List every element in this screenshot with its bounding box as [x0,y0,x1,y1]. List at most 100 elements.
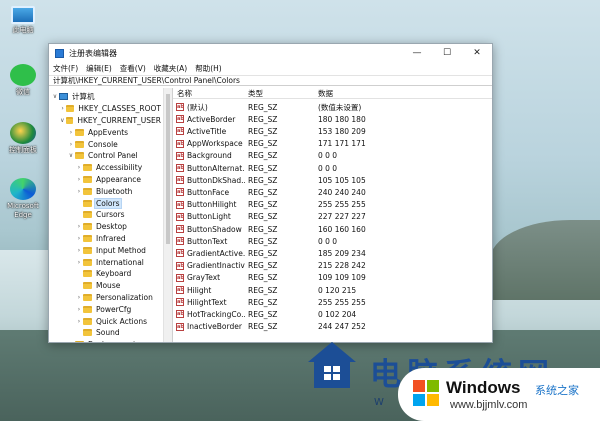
value-name: GradientInactiv... [187,261,245,271]
chevron-down-icon[interactable]: ∨ [59,117,66,124]
tree-item-label: PowerCfg [96,304,132,314]
tree-item[interactable]: Environment [49,339,162,342]
column-header-data[interactable]: 数据 [318,88,333,99]
menu-view[interactable]: 查看(V) [120,63,146,74]
tree-item[interactable]: › Console [49,138,162,150]
tree-item[interactable]: › HKEY_CLASSES_ROOT [49,103,162,115]
value-row[interactable]: ab AppWorkspace REG_SZ 171 171 171 [173,138,492,150]
desktop-icon-edge[interactable]: Microsoft Edge [2,178,44,220]
value-row[interactable]: ab ActiveBorder REG_SZ 180 180 180 [173,113,492,125]
scrollbar-thumb[interactable] [166,94,170,244]
chevron-right-icon[interactable]: › [75,247,83,254]
desktop-icon-control-panel[interactable]: 控制面板 [2,122,44,155]
tree-item[interactable]: Mouse [49,280,162,292]
tree-scrollbar[interactable] [163,88,172,342]
string-value-icon: ab [176,151,184,160]
chevron-right-icon[interactable]: › [75,164,83,171]
value-row[interactable]: ab ButtonDkShad... REG_SZ 105 105 105 [173,174,492,186]
menu-favorites[interactable]: 收藏夹(A) [154,63,187,74]
value-row[interactable]: ab HilightText REG_SZ 255 255 255 [173,296,492,308]
value-name: GrayText [187,273,221,283]
tree-item[interactable]: › Infrared [49,233,162,245]
value-row[interactable]: ab Hilight REG_SZ 0 120 215 [173,284,492,296]
value-row[interactable]: ab GrayText REG_SZ 109 109 109 [173,272,492,284]
value-row[interactable]: ab Background REG_SZ 0 0 0 [173,150,492,162]
tree-item[interactable]: › Desktop [49,221,162,233]
values-header: 名称 类型 数据 [173,88,492,99]
value-row[interactable]: ab (默认) REG_SZ (数值未设置) [173,101,492,113]
chevron-right-icon[interactable]: › [75,306,83,313]
tree-item[interactable]: › Bluetooth [49,185,162,197]
value-row[interactable]: ab ButtonAlternat... REG_SZ 0 0 0 [173,162,492,174]
tree-item[interactable]: ∨ Control Panel [49,150,162,162]
column-header-type[interactable]: 类型 [248,88,263,99]
tree-item[interactable]: › Accessibility [49,162,162,174]
chevron-right-icon[interactable]: › [75,176,83,183]
value-type: REG_SZ [248,309,278,319]
windows-logo-icon [413,380,439,406]
tree-item-label: Console [88,139,118,149]
tree-item[interactable]: Sound [49,327,162,339]
value-row[interactable]: ab GradientInactiv... REG_SZ 215 228 242 [173,260,492,272]
value-row[interactable]: ab GradientActive... REG_SZ 185 209 234 [173,247,492,259]
value-row[interactable]: ab ButtonShadow REG_SZ 160 160 160 [173,223,492,235]
title-bar[interactable]: 注册表编辑器 — ☐ ✕ [49,44,492,62]
desktop-icon-label: Microsoft Edge [7,202,39,219]
chevron-right-icon[interactable]: › [75,235,83,242]
chevron-down-icon[interactable]: ∨ [67,152,75,159]
desktop-icon-this-pc[interactable]: 此电脑 [2,6,44,35]
value-row[interactable]: ab ButtonText REG_SZ 0 0 0 [173,235,492,247]
chevron-right-icon[interactable]: › [75,294,83,301]
value-data: (数值未设置) [318,102,362,112]
tree-item[interactable]: Colors [49,197,162,209]
chevron-right-icon[interactable]: › [75,188,83,195]
chevron-down-icon[interactable]: ∨ [51,93,59,100]
window-title: 注册表编辑器 [69,48,117,58]
chevron-right-icon[interactable]: › [67,129,75,136]
chevron-right-icon[interactable]: › [59,105,66,112]
tree-item[interactable]: ∨ 计算机 [49,91,162,103]
chevron-right-icon[interactable]: › [75,318,83,325]
value-row[interactable]: ab ButtonLight REG_SZ 227 227 227 [173,211,492,223]
value-type: REG_SZ [248,139,278,149]
value-type: REG_SZ [248,126,278,136]
tree-item[interactable]: › Quick Actions [49,315,162,327]
menu-edit[interactable]: 编辑(E) [86,63,112,74]
tree-item[interactable]: › AppEvents [49,126,162,138]
chevron-right-icon[interactable]: › [75,259,83,266]
value-name: ButtonDkShad... [187,175,245,185]
tree-item-label: Appearance [96,174,142,184]
address-bar[interactable]: 计算机\HKEY_CURRENT_USER\Control Panel\Colo… [49,75,492,86]
value-row[interactable]: ab ActiveTitle REG_SZ 153 180 209 [173,125,492,137]
menu-help[interactable]: 帮助(H) [195,63,222,74]
value-row[interactable]: ab ButtonHilight REG_SZ 255 255 255 [173,199,492,211]
minimize-button[interactable]: — [402,44,432,62]
tree-item[interactable]: › Appearance [49,174,162,186]
tree-item-label: Desktop [96,222,127,232]
desktop-icon-wechat[interactable]: 微信 [2,64,44,97]
value-row[interactable]: ab HotTrackingCo... REG_SZ 0 102 204 [173,308,492,320]
tree-item-label: Environment [87,340,137,342]
tree-item-label: HKEY_CLASSES_ROOT [78,104,161,114]
value-data: 240 240 240 [318,187,366,197]
menu-file[interactable]: 文件(F) [53,63,78,74]
value-row[interactable]: ab ButtonFace REG_SZ 240 240 240 [173,186,492,198]
maximize-button[interactable]: ☐ [432,44,462,62]
tree-item[interactable]: Cursors [49,209,162,221]
value-type: REG_SZ [248,187,278,197]
tree-item[interactable]: › PowerCfg [49,303,162,315]
tree-item[interactable]: › International [49,256,162,268]
value-data: 0 0 0 [318,151,338,161]
chevron-right-icon[interactable]: › [75,223,83,230]
folder-icon [83,293,92,301]
column-header-name[interactable]: 名称 [177,88,192,99]
value-row[interactable]: ab InactiveBorder REG_SZ 244 247 252 [173,321,492,333]
tree-item[interactable]: › Personalization [49,292,162,304]
tree-item[interactable]: › Input Method [49,244,162,256]
registry-editor-window: 注册表编辑器 — ☐ ✕ 文件(F) 编辑(E) 查看(V) 收藏夹(A) 帮助… [48,43,493,343]
value-type: REG_SZ [248,151,278,161]
tree-item[interactable]: ∨ HKEY_CURRENT_USER [49,115,162,127]
chevron-right-icon[interactable]: › [67,141,75,148]
close-button[interactable]: ✕ [462,44,492,62]
tree-item[interactable]: Keyboard [49,268,162,280]
